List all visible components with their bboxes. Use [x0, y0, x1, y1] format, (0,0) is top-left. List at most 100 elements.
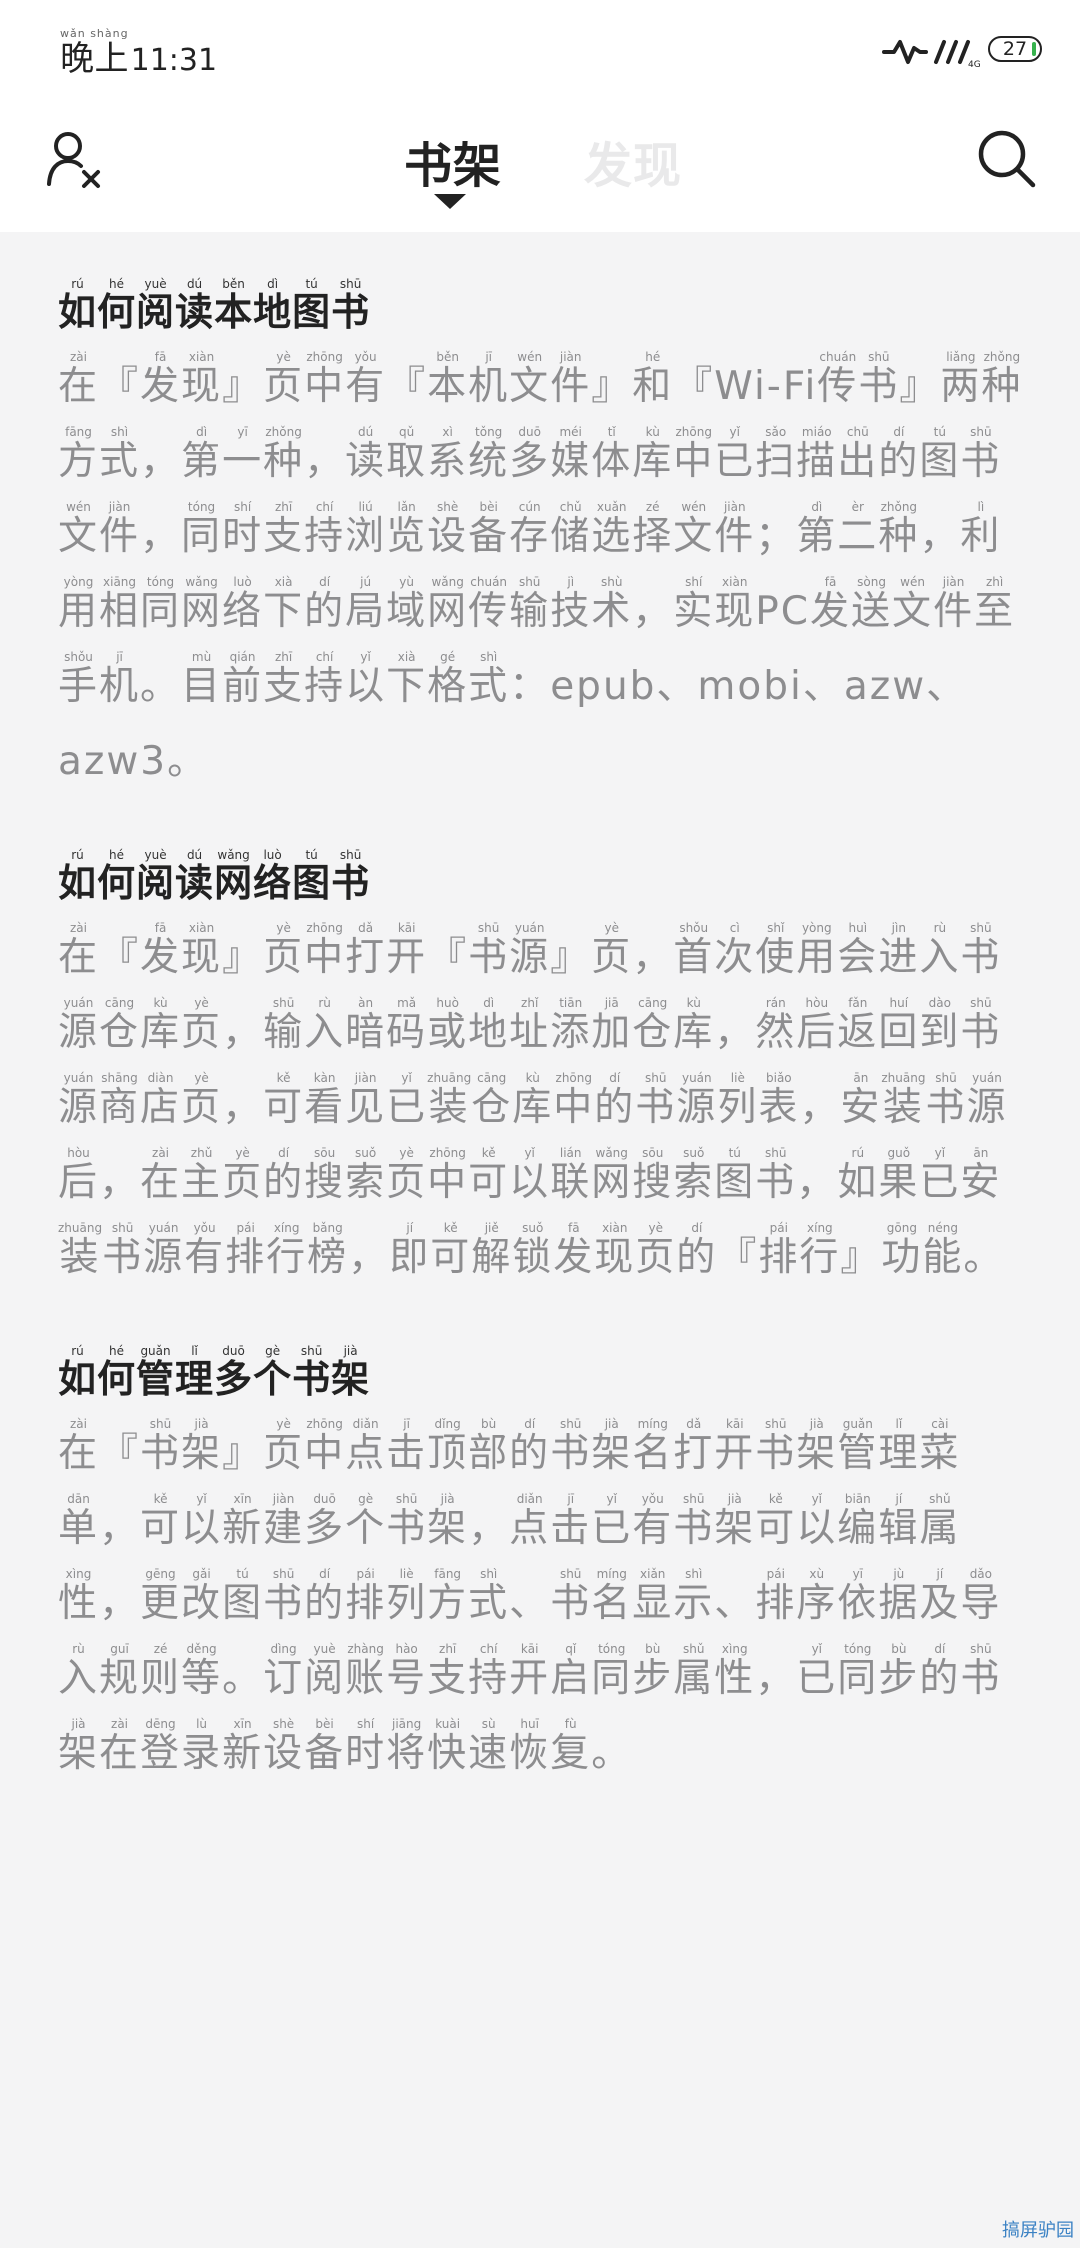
ruby-char: 可kě [755, 1492, 797, 1551]
ruby-char: 设shè [263, 1717, 305, 1776]
ruby-char: 添tiān [550, 996, 592, 1055]
ruby-char: 装zhuāng [881, 1071, 926, 1130]
ruby-char: 解jiě [471, 1221, 513, 1280]
ruby-char: 备bèi [468, 500, 510, 559]
ruby-char: 页yè [181, 1071, 223, 1130]
ruby-char: 回huí [878, 996, 920, 1055]
ruby-char: 搜sōu [304, 1146, 346, 1205]
ruby-char: 索suǒ [345, 1146, 387, 1205]
ruby-char: 打dǎ [345, 921, 387, 980]
ruby-char: 送sòng [851, 575, 893, 634]
ruby-char: 源yuán [509, 921, 551, 980]
ruby-char: 可kě [263, 1071, 305, 1130]
ruby-char: 多duō [304, 1492, 346, 1551]
ruby-char: 架jià [58, 1717, 100, 1776]
ruby-char: 架jià [331, 1344, 371, 1401]
ruby-char: 一yī [222, 425, 264, 484]
ruby-char: 域yù [386, 575, 428, 634]
ruby-char: 架jià [427, 1492, 469, 1551]
ruby-char: 下xià [386, 650, 428, 709]
ruby-char: 局jú [345, 575, 387, 634]
ruby-char: 的dí [878, 425, 920, 484]
ruby-char: 何hé [97, 848, 137, 905]
svg-text:4G: 4G [968, 60, 981, 68]
ruby-char: 暗àn [345, 996, 387, 1055]
ruby-char: 加jiā [591, 996, 633, 1055]
ruby-char: 在zài [58, 350, 100, 409]
section-local-books: 如rú何hé阅yuè读dú本běn地dì图tú书shū 在zài『发fā现xià… [58, 277, 1028, 799]
ruby-char: 书shū [858, 350, 900, 409]
ruby-char: 已yǐ [591, 1492, 633, 1551]
ruby-char: 两liǎng [940, 350, 982, 409]
ruby-char: 码mǎ [386, 996, 428, 1055]
ruby-char: 书shū [468, 921, 510, 980]
ruby-char: 排pái [755, 1567, 797, 1626]
ruby-char: 如rú [58, 1344, 98, 1401]
ruby-char: 库kù [632, 425, 674, 484]
ruby-char: 支zhī [263, 650, 305, 709]
ruby-char: 将jiāng [386, 1717, 428, 1776]
ruby-char: 持chí [468, 1642, 510, 1701]
ruby-char: 格gé [427, 650, 469, 709]
signal-icon: 4G [882, 40, 981, 68]
ruby-char: 网wǎng [427, 575, 469, 634]
ruby-char: 中zhōng [304, 350, 346, 409]
ruby-char: 见jiàn [345, 1071, 387, 1130]
ruby-char: 以yǐ [509, 1146, 551, 1205]
ruby-char: 在zài [58, 1417, 100, 1476]
tab-discover[interactable]: 发现 [584, 126, 682, 196]
ruby-char: 实shí [673, 575, 715, 634]
user-x-icon[interactable] [46, 128, 106, 192]
ruby-char: 行xíng [799, 1221, 841, 1280]
ruby-char: 点diǎn [345, 1417, 387, 1476]
ruby-char: 规guī [99, 1642, 141, 1701]
ruby-char: 管guǎn [136, 1344, 176, 1401]
battery-level: 27 [1002, 38, 1028, 60]
ruby-char: 击jī [550, 1492, 592, 1551]
ruby-char: 速sù [468, 1717, 510, 1776]
ruby-char: 网wǎng [214, 848, 254, 905]
ruby-char: 书shū [550, 1417, 592, 1476]
ruby-char: 中zhōng [553, 1071, 595, 1130]
ruby-char: 复fù [550, 1717, 592, 1776]
ruby-char: 行xíng [266, 1221, 308, 1280]
ruby-char: 持chí [304, 500, 346, 559]
ruby-char: 书shū [292, 1344, 332, 1401]
ruby-char: 列liè [386, 1567, 428, 1626]
ruby-char: 读dú [175, 277, 215, 334]
search-icon[interactable] [976, 128, 1038, 190]
ruby-char: 输shū [509, 575, 551, 634]
ruby-char: 件jiàn [99, 500, 141, 559]
status-time: 晚上wǎn shàng 11:31 [60, 20, 217, 80]
ruby-char: 浏liú [345, 500, 387, 559]
ruby-char: 菜cài [919, 1417, 961, 1476]
ruby-char: 网wǎng [591, 1146, 633, 1205]
ruby-char: 的dí [263, 1146, 305, 1205]
ruby-char: 用yòng [58, 575, 100, 634]
ruby-char: 技jì [550, 575, 592, 634]
bookshelf-menu-caret-icon[interactable] [434, 194, 466, 209]
ruby-char: 在zài [58, 921, 100, 980]
ruby-char: 如rú [58, 277, 98, 334]
tab-bookshelf[interactable]: 书架 [404, 126, 502, 196]
ruby-char: 页yè [263, 350, 305, 409]
ruby-char: 出chū [837, 425, 879, 484]
ruby-char: 中zhōng [304, 921, 346, 980]
ruby-char: 同tóng [181, 500, 223, 559]
help-content: 如rú何hé阅yuè读dú本běn地dì图tú书shū 在zài『发fā现xià… [58, 277, 1028, 1841]
ruby-char: 目mù [181, 650, 223, 709]
ruby-char: 装zhuāng [427, 1071, 472, 1130]
ruby-char: 用yòng [796, 921, 838, 980]
ruby-char: 的dí [509, 1417, 551, 1476]
ruby-char: 快kuài [427, 1717, 469, 1776]
ruby-char: 中zhōng [304, 1417, 346, 1476]
ruby-char: 有yǒu [632, 1492, 674, 1551]
ruby-char: 本běn [427, 350, 469, 409]
ruby-char: 在zài [140, 1146, 182, 1205]
ruby-char: 媒méi [550, 425, 592, 484]
ruby-char: 部bù [468, 1417, 510, 1476]
section-title: 如rú何hé管guǎn理lǐ多duō个gè书shū架jià [58, 1344, 1028, 1408]
ruby-char: 书shū [925, 1071, 967, 1130]
ruby-char: 安ān [960, 1146, 1002, 1205]
ruby-char: 手shǒu [58, 650, 100, 709]
